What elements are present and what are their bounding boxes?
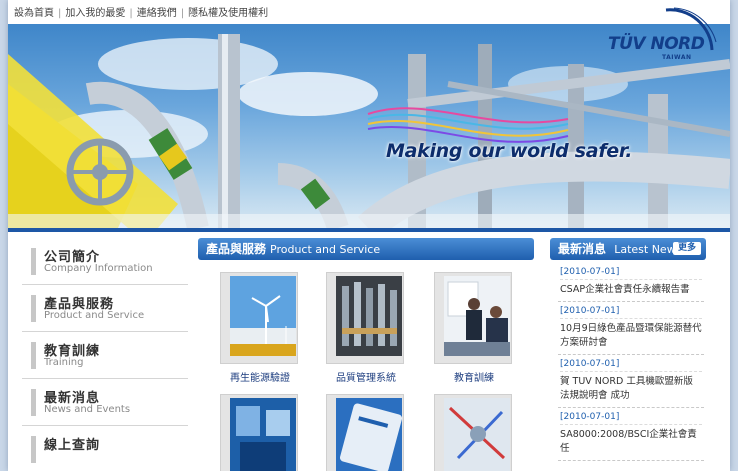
nav-item-news[interactable]: 最新消息 News and Events — [22, 379, 188, 426]
add-favorite-link[interactable]: 加入我的最愛 — [65, 8, 125, 19]
news-title: 10月9日綠色產品暨環保能源替代方案研討會 — [560, 323, 702, 348]
nav-sublabel: Product and Service — [44, 310, 145, 321]
nav-item-products[interactable]: 產品與服務 Product and Service — [22, 285, 188, 332]
logo-text: TÜV NORD — [608, 34, 705, 54]
news-title: 賀 TUV NORD 工具機歐盟新版法規說明會 成功 — [560, 376, 693, 401]
latest-news-panel: 最新消息 Latest News 更多 [2010-07-01] CSAP企業社… — [550, 238, 706, 471]
privacy-link[interactable]: 隱私權及使用權利 — [188, 8, 268, 19]
logo-subtext: TAIWAN — [662, 54, 692, 61]
tuv-nord-logo[interactable]: TÜV NORD TAIWAN — [604, 4, 724, 64]
top-links: 設為首頁 | 加入我的最愛 | 連絡我們 | 隱私權及使用權利 — [14, 4, 268, 19]
news-item[interactable]: [2010-07-01] CSAP企業社會責任永續報告書 — [558, 263, 704, 302]
product-renewable-energy[interactable]: 再生能源驗證 — [220, 268, 300, 384]
nav-item-online-query[interactable]: 線上查詢 — [22, 426, 188, 471]
test-tubes-icon — [336, 276, 402, 356]
measuring-gauge-icon — [230, 398, 296, 471]
nav-marker — [31, 295, 36, 322]
page: 設為首頁 | 加入我的最愛 | 連絡我們 | 隱私權及使用權利 TÜV NORD TAIWA… — [8, 0, 730, 471]
news-list: [2010-07-01] CSAP企業社會責任永續報告書 [2010-07-01… — [558, 263, 704, 461]
product-panel-title: 產品與服務 — [206, 242, 267, 256]
lab-apparatus-icon — [444, 398, 510, 471]
nav-item-training[interactable]: 教育訓練 Training — [22, 332, 188, 379]
product-item-6[interactable] — [434, 390, 514, 471]
news-item[interactable]: [2010-07-01] 賀 TUV NORD 工具機歐盟新版法規說明會 成功 — [558, 355, 704, 408]
product-quality-management[interactable]: 品質管理系統 — [326, 268, 406, 384]
product-item-4[interactable] — [220, 390, 300, 471]
nav-label: 線上查詢 — [44, 438, 101, 453]
separator: | — [129, 8, 133, 19]
product-panel-subtitle: Product and Service — [270, 243, 381, 256]
nav-marker — [31, 342, 36, 369]
nav-marker — [31, 389, 36, 416]
wind-turbine-icon — [230, 276, 296, 356]
product-item-5[interactable] — [326, 390, 406, 471]
news-panel-header: 最新消息 Latest News 更多 — [550, 238, 706, 260]
news-item[interactable]: [2010-07-01] SA8000:2008/BSCI企業社會責任 — [558, 408, 704, 461]
news-date: [2010-07-01] — [560, 306, 702, 319]
news-date: [2010-07-01] — [560, 359, 702, 372]
nav-item-company[interactable]: 公司簡介 Company Information — [22, 238, 188, 285]
news-title: CSAP企業社會責任永續報告書 — [560, 284, 690, 295]
contact-us-link[interactable]: 連絡我們 — [137, 8, 177, 19]
product-service-panel: 產品與服務 Product and Service 再生能源驗證 品質管理系統 … — [198, 238, 534, 471]
business-meeting-icon — [444, 276, 510, 356]
separator: | — [58, 8, 62, 19]
product-caption: 品質管理系統 — [336, 373, 396, 384]
product-caption: 教育訓練 — [454, 373, 494, 384]
product-panel-header: 產品與服務 Product and Service — [198, 238, 534, 260]
nav-sublabel: News and Events — [44, 404, 131, 415]
set-homepage-link[interactable]: 設為首頁 — [14, 8, 54, 19]
left-navigation: 公司簡介 Company Information 產品與服務 Product a… — [22, 238, 188, 471]
news-title: SA8000:2008/BSCI企業社會責任 — [560, 429, 697, 454]
news-panel-subtitle: Latest News — [614, 243, 682, 256]
separator: | — [180, 8, 185, 19]
nav-sublabel: Company Information — [44, 263, 153, 274]
news-date: [2010-07-01] — [560, 267, 702, 280]
nav-marker — [31, 248, 36, 275]
product-caption: 再生能源驗證 — [230, 373, 290, 384]
news-item[interactable]: [2010-07-01] 10月9日綠色產品暨環保能源替代方案研討會 — [558, 302, 704, 355]
news-panel-title: 最新消息 — [558, 242, 607, 256]
nav-marker — [31, 436, 36, 463]
banner-slogan: Making our world safer. — [386, 140, 633, 162]
product-training[interactable]: 教育訓練 — [434, 268, 514, 384]
nav-sublabel: Training — [44, 357, 84, 368]
banner-divider — [8, 228, 730, 232]
tablet-screen-icon — [336, 398, 402, 471]
more-news-button[interactable]: 更多 — [673, 242, 701, 255]
news-date: [2010-07-01] — [560, 412, 702, 425]
